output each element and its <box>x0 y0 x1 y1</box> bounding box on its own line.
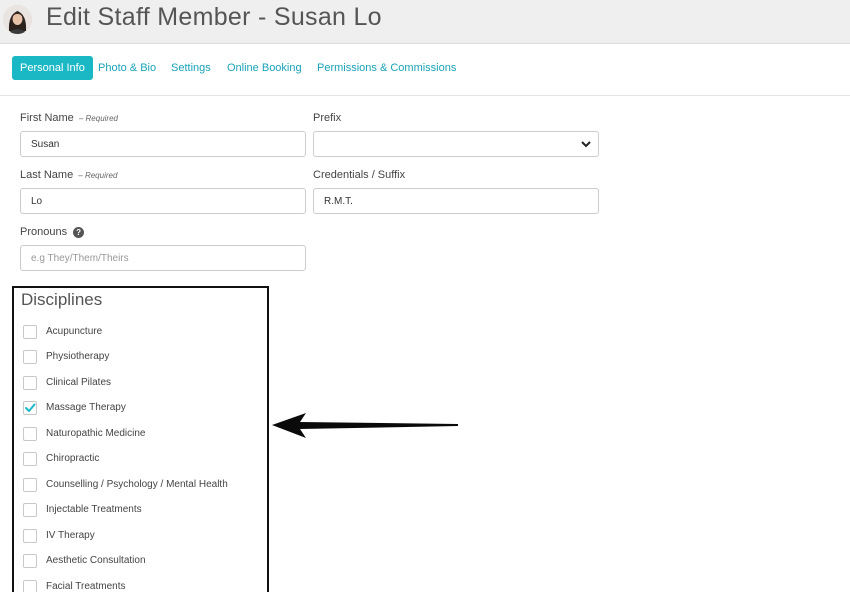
discipline-label: Chiropractic <box>46 453 100 464</box>
first-name-label: First Name – Required <box>20 112 118 124</box>
checkbox[interactable] <box>23 529 37 543</box>
checkbox-checked[interactable] <box>23 401 37 415</box>
tab-personal-info[interactable]: Personal Info <box>12 56 93 80</box>
discipline-label: Injectable Treatments <box>46 504 142 515</box>
checkbox[interactable] <box>23 452 37 466</box>
checkbox[interactable] <box>23 325 37 339</box>
pronouns-label: Pronouns? <box>20 226 85 238</box>
discipline-label: Counselling / Psychology / Mental Health <box>46 479 228 490</box>
help-icon[interactable]: ? <box>73 227 85 238</box>
last-name-label: Last Name – Required <box>20 169 117 181</box>
discipline-label: Aesthetic Consultation <box>46 555 146 566</box>
tab-photo-bio[interactable]: Photo & Bio <box>98 56 156 80</box>
discipline-label: Naturopathic Medicine <box>46 428 146 439</box>
disciplines-panel: Disciplines Acupuncture Physiotherapy Cl… <box>12 286 269 592</box>
credentials-label: Credentials / Suffix <box>313 169 406 181</box>
required-note: – Required <box>78 114 118 123</box>
checkbox[interactable] <box>23 580 37 592</box>
disciplines-title: Disciplines <box>21 290 103 309</box>
tab-online-booking[interactable]: Online Booking <box>227 56 302 80</box>
page-header: Edit Staff Member - Susan Lo <box>0 0 850 44</box>
discipline-label: Clinical Pilates <box>46 377 112 388</box>
last-name-field[interactable] <box>20 188 306 214</box>
page-title: Edit Staff Member - Susan Lo <box>46 3 382 31</box>
checkbox[interactable] <box>23 503 37 517</box>
checkbox[interactable] <box>23 554 37 568</box>
pronouns-label-text: Pronouns <box>20 226 68 238</box>
avatar <box>3 5 32 34</box>
discipline-label: Massage Therapy <box>46 402 126 413</box>
checkbox[interactable] <box>23 350 37 364</box>
prefix-label: Prefix <box>313 112 342 124</box>
required-note: – Required <box>78 171 118 180</box>
tab-settings[interactable]: Settings <box>171 56 211 80</box>
discipline-label: Physiotherapy <box>46 351 110 362</box>
pronouns-field[interactable] <box>20 245 306 271</box>
checkmark-icon <box>25 403 36 412</box>
annotation-arrow-icon <box>272 413 458 438</box>
last-name-label-text: Last Name <box>20 169 74 181</box>
checkbox[interactable] <box>23 427 37 441</box>
discipline-label: Facial Treatments <box>46 581 126 592</box>
checkbox[interactable] <box>23 478 37 492</box>
discipline-label: Acupuncture <box>46 326 103 337</box>
prefix-select[interactable] <box>313 131 599 157</box>
tab-bar: Personal Info Photo & Bio Settings Onlin… <box>0 44 850 96</box>
chevron-down-icon <box>581 141 591 148</box>
first-name-label-text: First Name <box>20 112 74 124</box>
credentials-field[interactable] <box>313 188 599 214</box>
first-name-field[interactable] <box>20 131 306 157</box>
checkbox[interactable] <box>23 376 37 390</box>
discipline-label: IV Therapy <box>46 530 95 541</box>
tab-permissions-commissions[interactable]: Permissions & Commissions <box>317 56 456 80</box>
